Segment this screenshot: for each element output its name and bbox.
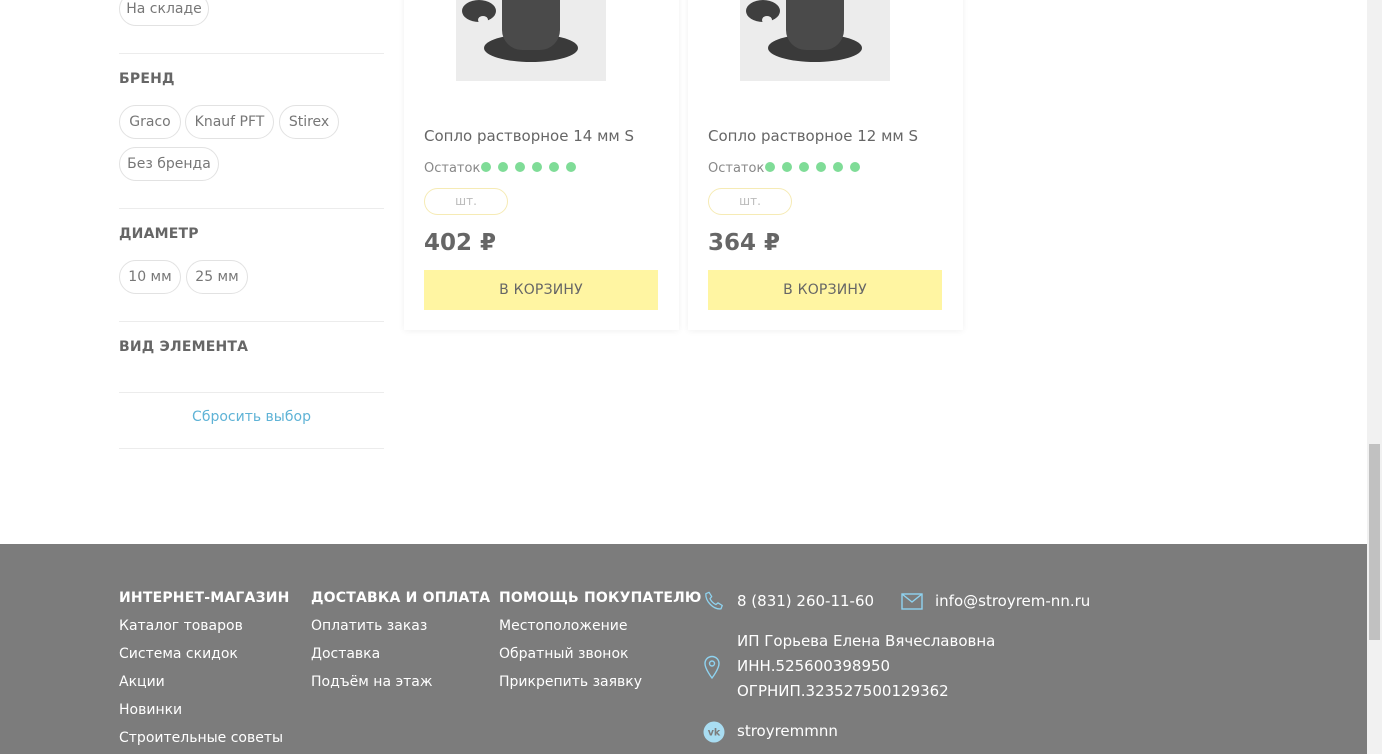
filter-chip-brand[interactable]: Knauf PFT xyxy=(185,105,274,139)
company-inn: ИНН.525600398950 xyxy=(737,657,891,675)
scrollbar-thumb[interactable] xyxy=(1369,444,1380,640)
page-scrollbar[interactable] xyxy=(1367,0,1382,754)
stock-dot xyxy=(549,162,559,172)
stock-dot xyxy=(816,162,826,172)
filter-divider xyxy=(119,321,384,322)
footer-link[interactable]: Каталог товаров xyxy=(119,618,290,634)
svg-text:vk: vk xyxy=(708,728,721,739)
filter-divider xyxy=(119,392,384,393)
reset-filters-link[interactable]: Сбросить выбор xyxy=(119,409,384,425)
company-name: ИП Горьева Елена Вячеславовна xyxy=(737,632,996,650)
filter-title-diameter: ДИАМЕТР xyxy=(119,226,199,242)
footer-column-help: ПОМОЩЬ ПОКУПАТЕЛЮ Местоположение Обратны… xyxy=(499,590,702,690)
site-footer: ИНТЕРНЕТ-МАГАЗИН Каталог товаров Система… xyxy=(0,544,1367,754)
footer-link[interactable]: Оплатить заказ xyxy=(311,618,490,634)
filter-title-brand: БРЕНД xyxy=(119,71,175,87)
stock-dot xyxy=(566,162,576,172)
stock-dot xyxy=(481,162,491,172)
stock-dot xyxy=(799,162,809,172)
stock-dot xyxy=(833,162,843,172)
footer-email-link[interactable]: info@stroyrem-nn.ru xyxy=(935,592,1090,610)
product-image[interactable] xyxy=(456,0,606,81)
stock-dot xyxy=(498,162,508,172)
product-name[interactable]: Сопло растворное 14 мм S xyxy=(424,127,634,145)
stock-indicator xyxy=(765,162,860,172)
quantity-input[interactable]: шт. xyxy=(708,188,792,215)
footer-phone-link[interactable]: 8 (831) 260-11-60 xyxy=(737,592,874,610)
stock-dot xyxy=(782,162,792,172)
stock-dot xyxy=(532,162,542,172)
footer-column-title: ИНТЕРНЕТ-МАГАЗИН xyxy=(119,590,290,606)
filter-chip-diameter[interactable]: 10 мм xyxy=(119,260,181,294)
quantity-input[interactable]: шт. xyxy=(424,188,508,215)
add-to-cart-button[interactable]: В КОРЗИНУ xyxy=(424,270,658,310)
filter-title-element-type: ВИД ЭЛЕМЕНТА xyxy=(119,339,249,355)
footer-column-title: ДОСТАВКА И ОПЛАТА xyxy=(311,590,491,606)
filter-divider xyxy=(119,448,384,449)
stock-indicator xyxy=(481,162,576,172)
filter-chip-brand[interactable]: Stirex xyxy=(279,105,339,139)
filter-chip-in-stock[interactable]: На складе xyxy=(119,0,209,26)
product-price: 402 ₽ xyxy=(424,230,497,256)
footer-column-delivery: ДОСТАВКА И ОПЛАТА Оплатить заказ Доставк… xyxy=(311,590,490,690)
product-name[interactable]: Сопло растворное 12 мм S xyxy=(708,127,918,145)
product-card: Сопло растворное 14 мм S Остаток шт. 402… xyxy=(404,0,679,330)
footer-link[interactable]: Доставка xyxy=(311,646,490,662)
product-price: 364 ₽ xyxy=(708,230,781,256)
footer-link[interactable]: Новинки xyxy=(119,702,290,718)
footer-column-title: ПОМОЩЬ ПОКУПАТЕЛЮ xyxy=(499,590,702,606)
stock-dot xyxy=(515,162,525,172)
location-pin-icon xyxy=(704,655,720,679)
footer-link[interactable]: Система скидок xyxy=(119,646,290,662)
footer-column-shop: ИНТЕРНЕТ-МАГАЗИН Каталог товаров Система… xyxy=(119,590,290,746)
footer-vk-link[interactable]: stroyremmnn xyxy=(737,722,838,740)
product-card: Сопло растворное 12 мм S Остаток шт. 364… xyxy=(688,0,963,330)
nozzle-body-shape xyxy=(786,0,844,50)
nozzle-tab-shape xyxy=(746,0,780,24)
add-to-cart-button[interactable]: В КОРЗИНУ xyxy=(708,270,942,310)
footer-link[interactable]: Подъём на этаж xyxy=(311,674,490,690)
footer-link[interactable]: Местоположение xyxy=(499,618,702,634)
nozzle-body-shape xyxy=(502,0,560,50)
stock-dot xyxy=(850,162,860,172)
mail-icon xyxy=(901,593,923,610)
filter-chip-brand[interactable]: Graco xyxy=(119,105,181,139)
filter-divider xyxy=(119,208,384,209)
vk-icon[interactable]: vk xyxy=(703,721,725,743)
stock-label: Остаток xyxy=(424,161,481,176)
footer-link[interactable]: Акции xyxy=(119,674,290,690)
product-image[interactable] xyxy=(740,0,890,81)
filter-divider xyxy=(119,53,384,54)
filter-chip-diameter[interactable]: 25 мм xyxy=(186,260,248,294)
footer-link[interactable]: Обратный звонок xyxy=(499,646,702,662)
filter-chip-brand[interactable]: Без бренда xyxy=(119,147,219,181)
stock-label: Остаток xyxy=(708,161,765,176)
company-ogrn: ОГРНИП.323527500129362 xyxy=(737,682,949,700)
stock-dot xyxy=(765,162,775,172)
footer-link[interactable]: Прикрепить заявку xyxy=(499,674,702,690)
phone-icon xyxy=(705,591,723,610)
footer-link[interactable]: Строительные советы xyxy=(119,730,290,746)
nozzle-tab-shape xyxy=(462,0,496,24)
